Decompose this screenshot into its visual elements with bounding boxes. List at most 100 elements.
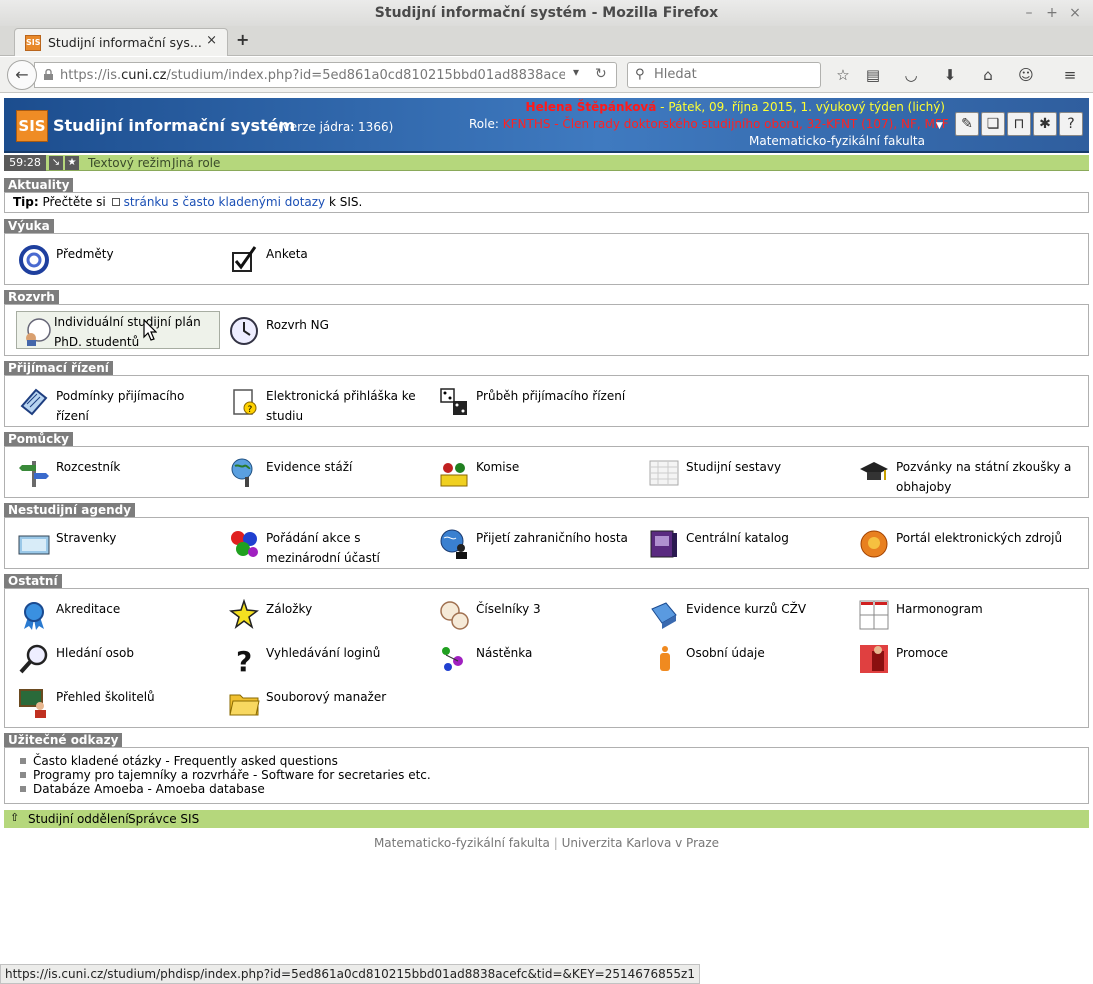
mouse-cursor-icon xyxy=(143,319,157,341)
award-ribbon-icon xyxy=(24,602,44,630)
tile-predmety[interactable]: Předměty xyxy=(6,238,211,278)
new-tab-icon[interactable]: + xyxy=(236,30,249,49)
tile-rozvrh-ng[interactable]: Rozvrh NG xyxy=(216,309,421,349)
tile-prehled-skolitelu[interactable]: Přehled školitelů xyxy=(6,681,211,721)
faq-link[interactable]: stránku s často kladenými dotazy xyxy=(124,195,326,209)
up-arrow-icon[interactable]: ⇧ xyxy=(10,811,19,824)
sis-title[interactable]: Studijní informační systém xyxy=(53,116,295,135)
bookmark-star-burst-icon xyxy=(229,599,259,629)
section-aktuality-title: Aktuality xyxy=(4,178,74,192)
close-window-icon[interactable]: × xyxy=(1064,0,1086,26)
course-book-icon xyxy=(651,602,677,629)
role-line: Role: KFNTHS - Člen rady doktorského stu… xyxy=(469,117,949,131)
reload-icon[interactable]: ↻ xyxy=(595,66,607,82)
tile-isp-phd[interactable]: Individuální studijní plán PhD. studentů xyxy=(16,311,220,349)
tile-ciselniky[interactable]: Číselníky 3 xyxy=(426,593,631,633)
help-question-icon[interactable]: ? xyxy=(1059,112,1083,136)
calendar-icon xyxy=(859,600,889,630)
tile-nastenka[interactable]: Nástěnka xyxy=(426,637,631,677)
magnifier-icon xyxy=(19,644,48,674)
sis-logo-icon[interactable]: SIS xyxy=(16,110,48,142)
tab-close-icon[interactable]: × xyxy=(206,33,217,48)
section-rozvrh: Individuální studijní plán PhD. studentů… xyxy=(4,304,1089,356)
page-icon xyxy=(111,198,120,206)
minimize-icon[interactable]: – xyxy=(1018,0,1040,26)
meal-ticket-icon xyxy=(18,535,50,555)
sis-version: (verze jádra: 1366) xyxy=(278,120,394,134)
tile-stravenky[interactable]: Stravenky xyxy=(6,522,211,562)
pushpins-icon xyxy=(442,647,463,671)
tile-portal-zdroju[interactable]: Portál elektronických zdrojů xyxy=(846,522,1081,562)
section-odkazy: Často kladené otázky - Frequently asked … xyxy=(4,747,1089,804)
tile-vyhledavani-loginu[interactable]: ? Vyhledávání loginů xyxy=(216,637,421,677)
menu-icon[interactable]: ≡ xyxy=(1060,65,1080,85)
tile-pozvanky[interactable]: Pozvánky na státní zkoušky a obhajoby xyxy=(846,451,1081,494)
signpost-icon xyxy=(19,461,49,487)
tile-evidence-czv[interactable]: Evidence kurzů CŽV xyxy=(636,593,841,633)
search-input[interactable] xyxy=(652,66,812,83)
tile-prubeh[interactable]: Průběh přijímacího řízení xyxy=(426,380,631,420)
url-bar[interactable]: https://is.cuni.cz/studium/index.php?id=… xyxy=(34,62,617,88)
reading-list-icon[interactable]: ▤ xyxy=(863,65,883,85)
person-info-icon xyxy=(660,646,670,671)
study-department-link[interactable]: Studijní oddělení xyxy=(28,812,129,826)
tile-promoce[interactable]: Promoce xyxy=(846,637,1051,677)
help-book-icon[interactable]: ❏ xyxy=(981,112,1005,136)
useful-links-list: Často kladené otázky - Frequently asked … xyxy=(18,754,431,796)
favorite-star-icon[interactable]: ★ xyxy=(65,156,79,170)
sis-admin-link[interactable]: Správce SIS xyxy=(128,812,199,826)
tile-hledani-osob[interactable]: Hledání osob xyxy=(6,637,211,677)
download-icon[interactable]: ⬇ xyxy=(940,65,960,85)
sis-header: SIS Studijní informační systém (verze já… xyxy=(4,98,1089,153)
tab-strip: SIS Studijní informační sys... × xyxy=(0,26,1093,56)
bookmark-star-icon[interactable]: ☆ xyxy=(833,65,853,85)
other-role-link[interactable]: Jiná role xyxy=(172,156,220,170)
tile-evidence-stazi[interactable]: Evidence stáží xyxy=(216,451,421,491)
footer-faculty-link[interactable]: Matematicko-fyzikální fakulta xyxy=(374,836,550,850)
clocks-icon xyxy=(440,601,469,630)
catalog-book-icon xyxy=(650,530,677,558)
browser-tab[interactable]: SIS Studijní informační sys... × xyxy=(14,28,228,56)
tile-centralni-katalog[interactable]: Centrální katalog xyxy=(636,522,841,562)
english-flag-icon[interactable]: ✱ xyxy=(1033,112,1057,136)
tile-rozcestnik[interactable]: Rozcestník xyxy=(6,451,211,491)
url-dropdown-icon[interactable]: ▾ xyxy=(573,65,579,79)
tile-podminky[interactable]: Podmínky přijímacího řízení xyxy=(6,380,211,423)
tile-osobni-udaje[interactable]: Osobní údaje xyxy=(636,637,841,677)
logout-lock-icon[interactable]: ⊓ xyxy=(1007,112,1031,136)
arrow-icon[interactable]: ↘ xyxy=(49,156,63,170)
link-amoeba[interactable]: Databáze Amoeba - Amoeba database xyxy=(18,782,431,796)
hello-icon[interactable]: ☺ xyxy=(1016,65,1036,85)
role-value[interactable]: KFNTHS - Člen rady doktorského studijníh… xyxy=(503,117,949,131)
tile-porádani-akce[interactable]: Pořádání akce s mezinárodní účastí xyxy=(216,522,421,565)
tile-studijni-sestavy[interactable]: Studijní sestavy xyxy=(636,451,841,491)
spellcheck-icon[interactable]: ✎ xyxy=(955,112,979,136)
tile-komise[interactable]: Komise xyxy=(426,451,631,491)
link-faq[interactable]: Často kladené otázky - Frequently asked … xyxy=(18,754,431,768)
section-nestudijni-title: Nestudijní agendy xyxy=(4,503,136,517)
tile-souborovy-manazer[interactable]: Souborový manažer xyxy=(216,681,421,721)
search-bar[interactable]: ⚲ xyxy=(627,62,821,88)
tile-prijeti-hosta[interactable]: Přijetí zahraničního hosta xyxy=(426,522,631,562)
tile-zalozky[interactable]: Záložky xyxy=(216,593,421,633)
tile-harmonogram[interactable]: Harmonogram xyxy=(846,593,1051,633)
back-button[interactable]: ← xyxy=(7,60,37,90)
tile-e-prihlaska[interactable]: ? Elektronická přihláška ke studiu xyxy=(216,380,421,423)
section-prijimaci: Podmínky přijímacího řízení ? Elektronic… xyxy=(4,375,1089,427)
link-software-secretaries[interactable]: Programy pro tajemníky a rozvrháře - Sof… xyxy=(18,768,431,782)
celtic-knot-icon xyxy=(19,245,49,275)
text-mode-link[interactable]: Textový režim xyxy=(88,156,171,170)
footer-university-link[interactable]: Univerzita Karlova v Praze xyxy=(562,836,719,850)
section-vyuka-title: Výuka xyxy=(4,219,54,233)
teacher-board-icon xyxy=(19,689,46,718)
tile-akreditace[interactable]: Akreditace xyxy=(6,593,211,633)
pocket-icon[interactable]: ◡ xyxy=(901,65,921,85)
url-text: https://is.cuni.cz/studium/index.php?id=… xyxy=(60,68,565,83)
page-footer: Matematicko-fyzikální fakulta | Univerzi… xyxy=(373,836,720,850)
portal-lion-icon xyxy=(860,530,888,558)
tile-anketa[interactable]: Anketa xyxy=(216,238,421,278)
home-icon[interactable]: ⌂ xyxy=(978,65,998,85)
role-dropdown-icon[interactable]: ▼ xyxy=(936,121,948,133)
maximize-icon[interactable]: + xyxy=(1041,0,1063,26)
section-prijimaci-title: Přijímací řízení xyxy=(4,361,113,375)
